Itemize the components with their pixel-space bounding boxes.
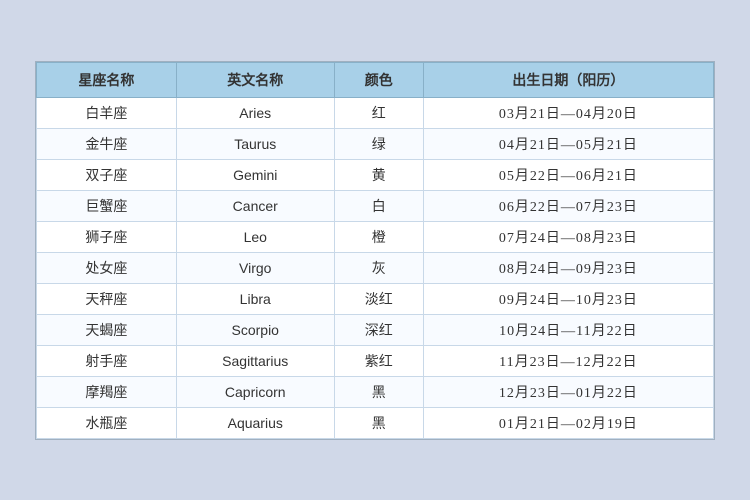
cell-date: 07月24日—08月23日 <box>423 221 713 252</box>
cell-date: 08月24日—09月23日 <box>423 252 713 283</box>
cell-color: 橙 <box>334 221 423 252</box>
header-color: 颜色 <box>334 62 423 97</box>
cell-color: 灰 <box>334 252 423 283</box>
cell-date: 01月21日—02月19日 <box>423 407 713 438</box>
cell-chinese-name: 白羊座 <box>37 97 177 128</box>
cell-chinese-name: 天蝎座 <box>37 314 177 345</box>
cell-color: 黑 <box>334 376 423 407</box>
cell-english-name: Capricorn <box>176 376 334 407</box>
cell-color: 淡红 <box>334 283 423 314</box>
cell-chinese-name: 天秤座 <box>37 283 177 314</box>
cell-color: 紫红 <box>334 345 423 376</box>
cell-color: 白 <box>334 190 423 221</box>
cell-color: 红 <box>334 97 423 128</box>
table-row: 天秤座Libra淡红09月24日—10月23日 <box>37 283 714 314</box>
cell-english-name: Virgo <box>176 252 334 283</box>
cell-date: 11月23日—12月22日 <box>423 345 713 376</box>
table-header-row: 星座名称 英文名称 颜色 出生日期（阳历） <box>37 62 714 97</box>
cell-date: 05月22日—06月21日 <box>423 159 713 190</box>
cell-chinese-name: 金牛座 <box>37 128 177 159</box>
table-row: 白羊座Aries红03月21日—04月20日 <box>37 97 714 128</box>
cell-english-name: Leo <box>176 221 334 252</box>
table-row: 处女座Virgo灰08月24日—09月23日 <box>37 252 714 283</box>
cell-chinese-name: 摩羯座 <box>37 376 177 407</box>
cell-english-name: Sagittarius <box>176 345 334 376</box>
table-row: 狮子座Leo橙07月24日—08月23日 <box>37 221 714 252</box>
cell-english-name: Libra <box>176 283 334 314</box>
cell-color: 黑 <box>334 407 423 438</box>
cell-chinese-name: 处女座 <box>37 252 177 283</box>
cell-english-name: Scorpio <box>176 314 334 345</box>
cell-date: 06月22日—07月23日 <box>423 190 713 221</box>
cell-date: 04月21日—05月21日 <box>423 128 713 159</box>
cell-date: 03月21日—04月20日 <box>423 97 713 128</box>
table-body: 白羊座Aries红03月21日—04月20日金牛座Taurus绿04月21日—0… <box>37 97 714 438</box>
table-row: 水瓶座Aquarius黑01月21日—02月19日 <box>37 407 714 438</box>
cell-color: 深红 <box>334 314 423 345</box>
cell-chinese-name: 射手座 <box>37 345 177 376</box>
header-chinese-name: 星座名称 <box>37 62 177 97</box>
zodiac-table: 星座名称 英文名称 颜色 出生日期（阳历） 白羊座Aries红03月21日—04… <box>36 62 714 439</box>
cell-date: 10月24日—11月22日 <box>423 314 713 345</box>
cell-english-name: Taurus <box>176 128 334 159</box>
table-row: 射手座Sagittarius紫红11月23日—12月22日 <box>37 345 714 376</box>
cell-english-name: Gemini <box>176 159 334 190</box>
cell-english-name: Aquarius <box>176 407 334 438</box>
cell-date: 12月23日—01月22日 <box>423 376 713 407</box>
cell-color: 黄 <box>334 159 423 190</box>
header-date: 出生日期（阳历） <box>423 62 713 97</box>
cell-color: 绿 <box>334 128 423 159</box>
cell-chinese-name: 巨蟹座 <box>37 190 177 221</box>
table-row: 巨蟹座Cancer白06月22日—07月23日 <box>37 190 714 221</box>
cell-chinese-name: 水瓶座 <box>37 407 177 438</box>
cell-english-name: Aries <box>176 97 334 128</box>
table-row: 天蝎座Scorpio深红10月24日—11月22日 <box>37 314 714 345</box>
cell-chinese-name: 狮子座 <box>37 221 177 252</box>
cell-date: 09月24日—10月23日 <box>423 283 713 314</box>
table-row: 双子座Gemini黄05月22日—06月21日 <box>37 159 714 190</box>
cell-chinese-name: 双子座 <box>37 159 177 190</box>
table-row: 摩羯座Capricorn黑12月23日—01月22日 <box>37 376 714 407</box>
zodiac-table-container: 星座名称 英文名称 颜色 出生日期（阳历） 白羊座Aries红03月21日—04… <box>35 61 715 440</box>
header-english-name: 英文名称 <box>176 62 334 97</box>
cell-english-name: Cancer <box>176 190 334 221</box>
table-row: 金牛座Taurus绿04月21日—05月21日 <box>37 128 714 159</box>
